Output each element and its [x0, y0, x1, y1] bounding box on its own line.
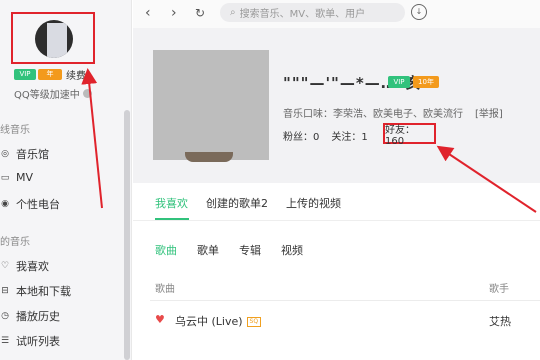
section-online-music: 线音乐	[0, 125, 30, 136]
subtab-songs[interactable]: 歌曲	[155, 242, 177, 258]
fans-count[interactable]: 粉丝：0	[283, 128, 319, 143]
year-badge: 年	[38, 69, 62, 80]
sidebar-item-radio[interactable]: ◉ 个性电台	[0, 196, 60, 212]
active-tab-indicator	[155, 218, 189, 220]
download-icon: ⊟	[1, 286, 9, 296]
refresh-icon[interactable]: ↻	[195, 6, 205, 20]
radio-icon: ◉	[1, 199, 9, 209]
liked-heart-icon[interactable]: ♥	[155, 313, 165, 326]
back-icon[interactable]: ‹	[145, 5, 151, 21]
sidebar-item-local-download[interactable]: ⊟ 本地和下载	[0, 283, 71, 299]
sidebar-item-trial-list[interactable]: ☰ 试听列表	[0, 333, 60, 349]
sidebar-item-music-hall[interactable]: ◎ 音乐馆	[0, 146, 49, 162]
playlist-icon: ☰	[0, 336, 10, 346]
profile-tabs: 我喜欢 创建的歌单2 上传的视频	[155, 195, 341, 211]
mv-icon: ▭	[0, 172, 10, 183]
profile-header: """—'"—*—…"亥 VIP 10年 音乐口味：李荣浩、欧美电子、欧美流行 …	[133, 28, 540, 183]
song-artist[interactable]: 艾热	[489, 313, 511, 329]
qq-level-accel: QQ等级加速中	[14, 86, 92, 101]
top-bar: ‹ › ↻ ⌕ 搜索音乐、MV、歌单、用户 ↓	[133, 0, 540, 28]
subtab-albums[interactable]: 专辑	[239, 242, 261, 258]
tab-uploaded-videos[interactable]: 上传的视频	[286, 195, 341, 211]
recognize-icon[interactable]: ↓	[411, 4, 427, 20]
music-hall-icon: ◎	[1, 149, 9, 159]
music-taste: 音乐口味：李荣浩、欧美电子、欧美流行	[283, 109, 463, 120]
profile-year-badge: 10年	[413, 76, 439, 88]
sidebar-item-liked[interactable]: ♡ 我喜欢	[0, 258, 49, 274]
subtab-playlists[interactable]: 歌单	[197, 242, 219, 258]
heart-icon: ♡	[0, 261, 10, 271]
sidebar-item-mv[interactable]: ▭ MV	[0, 171, 33, 184]
sidebar-item-history[interactable]: ◷ 播放历史	[0, 308, 60, 324]
table-header: 歌曲 歌手	[155, 280, 540, 295]
search-input[interactable]: ⌕ 搜索音乐、MV、歌单、用户	[220, 3, 405, 22]
avatar[interactable]	[35, 20, 73, 58]
avatar-highlight-box	[11, 12, 95, 64]
accel-info-icon[interactable]	[82, 89, 92, 98]
history-icon: ◷	[1, 311, 9, 321]
friends-count[interactable]: 好友：160	[383, 123, 436, 147]
song-title[interactable]: 乌云中 (Live)	[175, 315, 243, 328]
profile-vip-badge: VIP	[388, 76, 410, 88]
sq-quality-badge: SQ	[246, 317, 262, 327]
subtab-videos[interactable]: 视频	[281, 242, 303, 258]
report-link[interactable]: [举报]	[475, 105, 503, 120]
vip-badge: VIP	[14, 69, 36, 80]
col-song: 歌曲	[155, 284, 175, 295]
profile-cover-image	[153, 50, 269, 160]
forward-icon[interactable]: ›	[171, 5, 177, 21]
tab-created-playlists[interactable]: 创建的歌单2	[206, 195, 268, 211]
renew-link[interactable]: 续费	[66, 67, 86, 82]
follows-count[interactable]: 关注：1	[331, 128, 367, 143]
search-icon: ⌕	[230, 7, 236, 18]
sub-tabs: 歌曲 歌单 专辑 视频	[155, 242, 303, 258]
sidebar: VIP 年 续费 QQ等级加速中 线音乐 ◎ 音乐馆 ▭ MV ◉ 个性电台 的…	[0, 0, 132, 360]
tab-liked[interactable]: 我喜欢	[155, 195, 188, 211]
profile-stats: 粉丝：0 关注：1	[283, 128, 368, 143]
col-artist: 歌手	[489, 284, 509, 295]
sidebar-scrollbar[interactable]	[124, 110, 130, 360]
section-my-music: 的音乐	[0, 237, 30, 248]
